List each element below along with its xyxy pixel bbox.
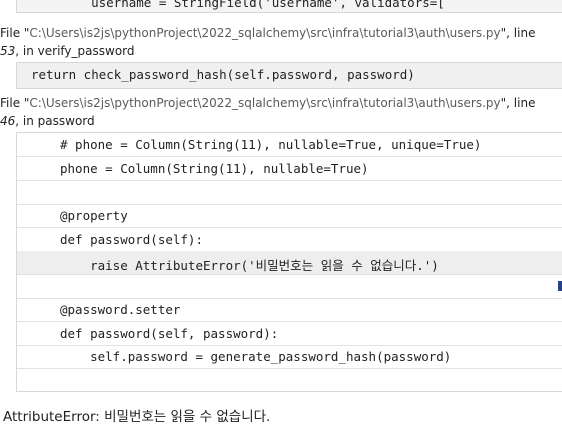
code-line: @password.setter xyxy=(60,302,181,317)
file-suffix: ", line xyxy=(500,96,536,110)
code-row: self.password = generate_password_hash(p… xyxy=(17,345,562,369)
code-line: def password(self, password): xyxy=(60,326,279,341)
code-row xyxy=(17,181,562,205)
frame-location: 53, in verify_password xyxy=(0,44,135,58)
code-row: @password.setter xyxy=(17,298,562,322)
frame-file-header[interactable]: File "C:\Users\is2js\pythonProject\2022_… xyxy=(0,26,535,40)
file-suffix: ", line xyxy=(500,26,536,40)
file-prefix: File " xyxy=(0,96,30,110)
code-line: raise AttributeError('비밀번호는 읽을 수 없습니다.') xyxy=(60,258,439,273)
code-line: username = StringField('username', valid… xyxy=(61,0,445,10)
file-path: C:\Users\is2js\pythonProject\2022_sqlalc… xyxy=(29,26,501,40)
code-line: # phone = Column(String(11), nullable=Tr… xyxy=(60,137,482,152)
code-line: @property xyxy=(60,208,128,223)
code-context-top: username = StringField('username', valid… xyxy=(16,0,562,13)
code-row: phone = Column(String(11), nullable=True… xyxy=(17,157,562,181)
file-path: C:\Users\is2js\pythonProject\2022_sqlalc… xyxy=(29,96,501,110)
code-line: self.password = generate_password_hash(p… xyxy=(60,349,452,364)
function-name: , in password xyxy=(15,114,95,128)
function-name: , in verify_password xyxy=(15,44,135,58)
frame-file-header[interactable]: File "C:\Users\is2js\pythonProject\2022_… xyxy=(0,96,535,110)
code-row xyxy=(17,275,562,299)
code-row xyxy=(17,369,562,392)
scrollbar-marker[interactable] xyxy=(558,281,562,291)
code-row: def password(self): xyxy=(17,228,562,252)
file-prefix: File " xyxy=(0,26,30,40)
code-line: phone = Column(String(11), nullable=True… xyxy=(60,161,369,176)
line-number: 46 xyxy=(0,114,16,128)
code-line: return check_password_hash(self.password… xyxy=(31,67,415,82)
code-row: def password(self, password): xyxy=(17,322,562,346)
code-row-error: raise AttributeError('비밀번호는 읽을 수 없습니다.') xyxy=(17,251,562,275)
line-number: 53 xyxy=(0,44,16,58)
frame-location: 46, in password xyxy=(0,114,95,128)
frame-code-line[interactable]: return check_password_hash(self.password… xyxy=(16,62,562,89)
code-line: def password(self): xyxy=(60,232,203,247)
error-message: AttributeError: 비밀번호는 읽을 수 없습니다. xyxy=(3,409,271,425)
code-row: # phone = Column(String(11), nullable=Tr… xyxy=(17,133,562,157)
code-row: @property xyxy=(17,204,562,228)
frame-code-block[interactable]: # phone = Column(String(11), nullable=Tr… xyxy=(16,132,562,392)
